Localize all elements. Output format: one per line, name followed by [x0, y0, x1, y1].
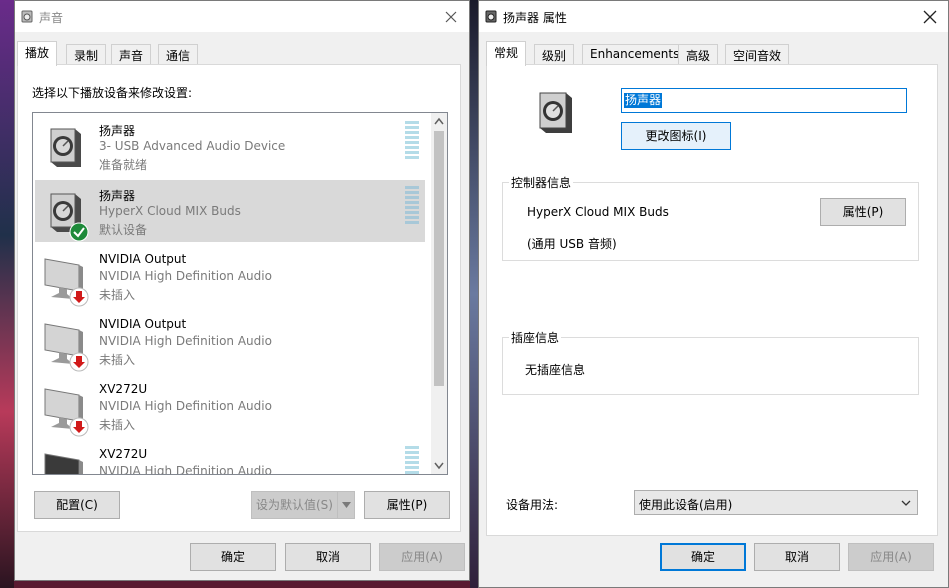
- controller-info-title: 控制器信息: [509, 174, 574, 191]
- ok-button[interactable]: 确定: [660, 543, 746, 571]
- unplugged-arrow-icon: [69, 352, 89, 372]
- tab-label: 空间音效: [733, 49, 782, 63]
- tab-spatial-sound[interactable]: 空间音效: [725, 44, 790, 65]
- sound-window-title: 声音: [39, 11, 64, 25]
- tab-advanced[interactable]: 高级: [678, 44, 719, 65]
- list-item[interactable]: XV272U NVIDIA High Definition Audio 未插入: [35, 375, 425, 437]
- tab-label: 常规: [494, 46, 519, 60]
- set-default-dropdown[interactable]: [337, 491, 355, 519]
- volume-meter: [405, 186, 419, 224]
- controller-type: (通用 USB 音频): [527, 237, 617, 251]
- device-status: 未插入: [99, 418, 136, 432]
- properties-titlebar[interactable]: 扬声器 属性: [479, 1, 948, 32]
- device-name: NVIDIA Output: [99, 317, 187, 331]
- cancel-button[interactable]: 取消: [754, 543, 840, 571]
- sound-window: 声音 播放 录制 声音 通信 选择以下播放设备来修改设置: 扬声器 3- USB: [14, 0, 470, 581]
- instruction-text: 选择以下播放设备来修改设置:: [32, 86, 193, 100]
- tab-recording[interactable]: 录制: [66, 44, 107, 65]
- tab-general[interactable]: 常规: [486, 41, 527, 66]
- device-detail: NVIDIA High Definition Audio: [99, 334, 272, 348]
- device-status: 默认设备: [99, 223, 148, 237]
- device-list-scrollbar[interactable]: [431, 113, 447, 474]
- desktop-background-left: [0, 0, 14, 588]
- tab-label: 高级: [686, 49, 711, 63]
- tab-enhancements[interactable]: Enhancements: [582, 44, 688, 65]
- ok-button[interactable]: 确定: [190, 543, 276, 571]
- apply-button[interactable]: 应用(A): [379, 543, 465, 571]
- device-detail: NVIDIA High Definition Audio: [99, 464, 272, 475]
- device-list[interactable]: 扬声器 3- USB Advanced Audio Device 准备就绪 扬声…: [32, 112, 448, 475]
- volume-meter: [405, 121, 419, 159]
- device-status: 未插入: [99, 288, 136, 302]
- tab-label: 声音: [119, 49, 144, 63]
- cancel-button[interactable]: 取消: [285, 543, 371, 571]
- playback-panel: 选择以下播放设备来修改设置: 扬声器 3- USB Advanced Audio…: [17, 64, 461, 532]
- device-name: NVIDIA Output: [99, 252, 187, 266]
- properties-button[interactable]: 属性(P): [364, 491, 450, 519]
- sound-tabs: 播放 录制 声音 通信: [15, 41, 469, 66]
- jack-info-text: 无插座信息: [525, 363, 586, 377]
- list-item[interactable]: NVIDIA Output NVIDIA High Definition Aud…: [35, 245, 425, 307]
- device-detail: 3- USB Advanced Audio Device: [99, 139, 286, 153]
- default-check-icon: [69, 222, 89, 242]
- controller-device-name: HyperX Cloud MIX Buds: [527, 205, 669, 219]
- list-item[interactable]: NVIDIA Output NVIDIA High Definition Aud…: [35, 310, 425, 372]
- device-name: 扬声器: [99, 189, 136, 203]
- unplugged-arrow-icon: [69, 417, 89, 437]
- device-name-selection: 扬声器: [624, 93, 663, 108]
- close-icon[interactable]: [920, 7, 940, 27]
- scroll-down-icon[interactable]: [434, 462, 444, 470]
- device-usage-label: 设备用法:: [506, 498, 559, 512]
- chevron-down-icon: [342, 502, 351, 508]
- volume-meter: [405, 446, 419, 474]
- jack-info-title: 插座信息: [509, 329, 562, 346]
- speaker-properties-window: 扬声器 属性 常规 级别 Enhancements 高级 空间音效 扬声器 更改…: [478, 0, 949, 588]
- device-detail: NVIDIA High Definition Audio: [99, 399, 272, 413]
- speaker-icon: [539, 92, 572, 133]
- device-detail: NVIDIA High Definition Audio: [99, 269, 272, 283]
- change-icon-button[interactable]: 更改图标(I): [621, 122, 731, 150]
- general-panel: 扬声器 更改图标(I) 控制器信息 HyperX Cloud MIX Buds …: [486, 64, 938, 536]
- speaker-icon: [50, 128, 81, 167]
- device-name-input[interactable]: [621, 88, 907, 113]
- tab-levels[interactable]: 级别: [534, 44, 575, 65]
- controller-properties-button[interactable]: 属性(P): [820, 198, 906, 226]
- device-usage-value: 使用此设备(启用): [639, 498, 733, 512]
- device-status: 未插入: [99, 353, 136, 367]
- tab-label: 级别: [542, 49, 567, 63]
- properties-window-title: 扬声器 属性: [503, 11, 567, 25]
- sound-titlebar[interactable]: 声音: [15, 1, 469, 32]
- device-status: 准备就绪: [99, 158, 148, 172]
- configure-button[interactable]: 配置(C): [34, 491, 120, 519]
- device-name: 扬声器: [99, 124, 136, 138]
- device-usage-select[interactable]: 使用此设备(启用): [634, 490, 918, 515]
- set-default-button[interactable]: 设为默认值(S): [251, 491, 337, 519]
- tab-label: 播放: [25, 46, 50, 60]
- list-item-selected[interactable]: 扬声器 HyperX Cloud MIX Buds 默认设备: [35, 180, 425, 242]
- tab-playback[interactable]: 播放: [17, 41, 58, 66]
- monitor-icon: [44, 453, 83, 474]
- chevron-down-icon: [901, 500, 911, 506]
- scrollbar-thumb[interactable]: [434, 131, 444, 386]
- close-icon[interactable]: [441, 7, 461, 27]
- tab-communications[interactable]: 通信: [158, 44, 199, 65]
- apply-button[interactable]: 应用(A): [848, 543, 934, 571]
- list-item[interactable]: XV272U NVIDIA High Definition Audio: [35, 440, 425, 475]
- tab-label: 通信: [166, 49, 191, 63]
- unplugged-arrow-icon: [69, 287, 89, 307]
- device-name: XV272U: [99, 447, 148, 461]
- device-name: XV272U: [99, 382, 148, 396]
- device-detail: HyperX Cloud MIX Buds: [99, 204, 241, 218]
- list-item[interactable]: 扬声器 3- USB Advanced Audio Device 准备就绪: [35, 115, 425, 177]
- speaker-small-icon: [21, 10, 33, 23]
- scroll-up-icon[interactable]: [434, 117, 444, 125]
- speaker-small-icon: [485, 10, 497, 23]
- properties-tabs: 常规 级别 Enhancements 高级 空间音效: [479, 41, 948, 66]
- tab-label: Enhancements: [590, 47, 680, 61]
- tab-sounds[interactable]: 声音: [111, 44, 152, 65]
- tab-label: 录制: [74, 49, 99, 63]
